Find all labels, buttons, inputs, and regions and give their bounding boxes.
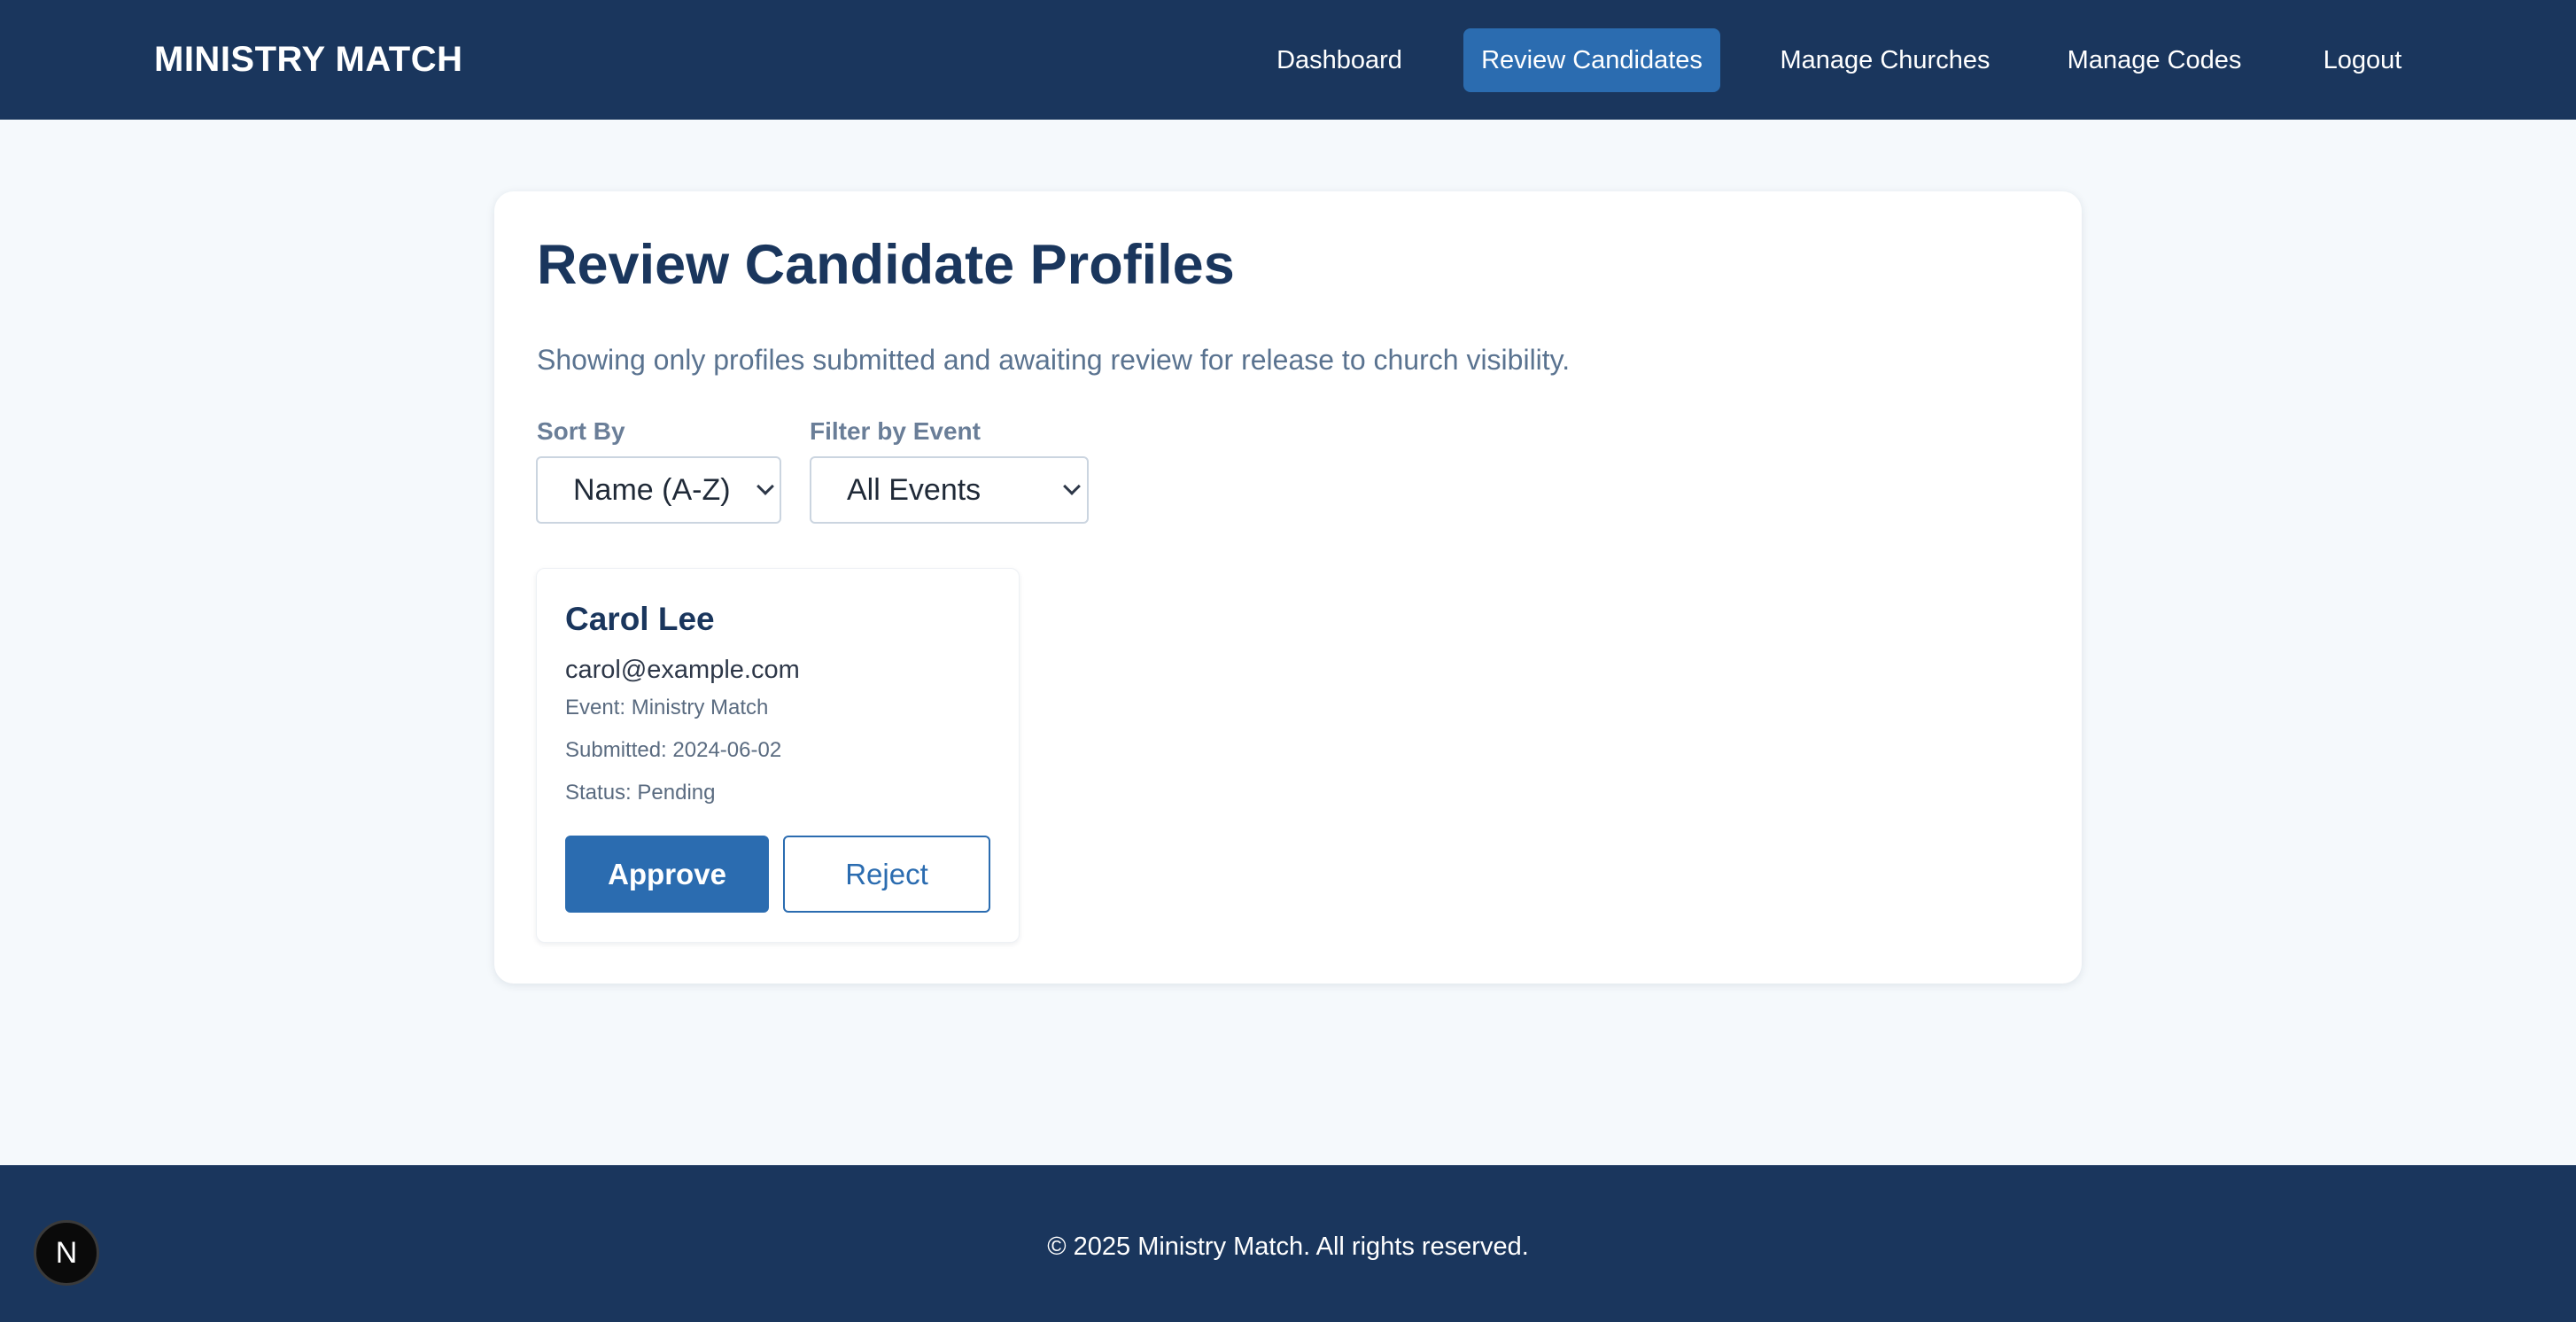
candidate-status-value: Pending (637, 781, 716, 805)
nav-manage-churches[interactable]: Manage Churches (1763, 28, 2007, 92)
page-title: Review Candidate Profiles (537, 234, 1235, 296)
sort-by-label: Sort By (537, 417, 625, 445)
candidate-submitted-value: 2024-06-02 (672, 738, 782, 762)
chevron-down-icon (757, 478, 774, 495)
page-subtitle: Showing only profiles submitted and awai… (537, 344, 1571, 376)
filter-by-event-select[interactable]: All Events (810, 456, 1089, 524)
nextjs-dev-badge-icon[interactable]: N (34, 1220, 99, 1286)
sort-by-value: Name (A-Z) (573, 473, 731, 507)
candidate-status: Status: Pending (565, 780, 715, 806)
footer-copyright: © 2025 Ministry Match. All rights reserv… (1047, 1233, 1529, 1261)
approve-button[interactable]: Approve (565, 836, 769, 913)
filter-by-event-value: All Events (847, 473, 982, 507)
candidate-event-label: Event: (565, 696, 626, 719)
brand-logo[interactable]: MINISTRY MATCH (154, 0, 462, 120)
reject-button[interactable]: Reject (783, 836, 990, 913)
nav-manage-codes[interactable]: Manage Codes (2050, 28, 2259, 92)
top-navigation-bar: MINISTRY MATCH Dashboard Review Candidat… (0, 0, 2576, 120)
candidate-name: Carol Lee (565, 601, 715, 637)
candidate-event-value: Ministry Match (631, 696, 769, 719)
candidate-status-label: Status: (565, 781, 632, 805)
candidate-submitted: Submitted: 2024-06-02 (565, 737, 781, 764)
nav-logout[interactable]: Logout (2301, 28, 2424, 92)
candidate-email: carol@example.com (565, 656, 800, 684)
nav-review-candidates[interactable]: Review Candidates (1463, 28, 1720, 92)
chevron-down-icon (1063, 478, 1081, 495)
candidate-submitted-label: Submitted: (565, 738, 667, 762)
filter-by-event-label: Filter by Event (810, 417, 981, 445)
candidate-event: Event: Ministry Match (565, 695, 768, 721)
sort-by-select[interactable]: Name (A-Z) (536, 456, 781, 524)
nav-dashboard[interactable]: Dashboard (1258, 28, 1421, 92)
